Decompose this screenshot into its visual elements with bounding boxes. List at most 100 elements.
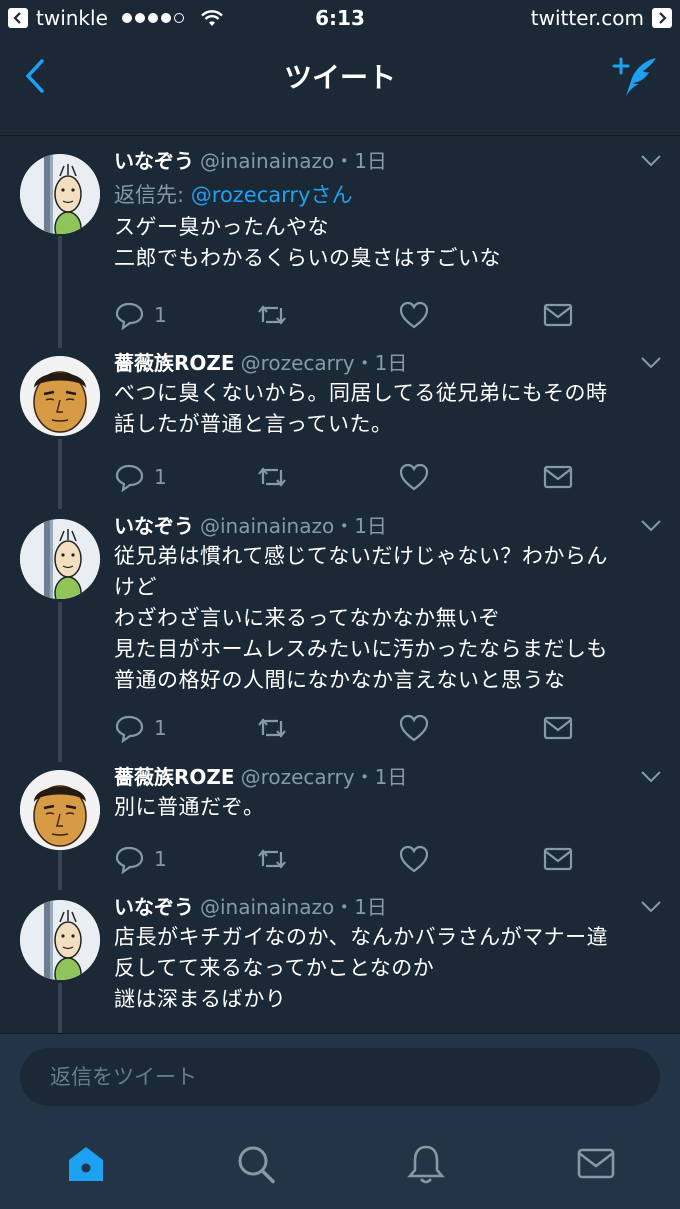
reply-input[interactable]: 返信をツイート	[20, 1048, 660, 1106]
tweet-header: いなぞう @inainainazo・1日	[114, 892, 664, 922]
heart-icon	[399, 463, 429, 491]
tweet[interactable]: いなぞう @inainainazo・1日 従兄弟は慣れて感じてないだけじゃない？わ…	[0, 511, 680, 761]
envelope-icon	[543, 303, 573, 327]
retweet-icon	[258, 305, 286, 325]
timestamp: ・1日	[334, 895, 387, 919]
tweet-text: べつに臭くないから。同居してる従兄弟にもその時 話したが普通と言っていた。	[114, 381, 608, 436]
tab-messages[interactable]	[576, 1143, 616, 1185]
status-bar: twinkle 6:13 twitter.com	[0, 0, 680, 38]
tweet-body: いなぞう @inainainazo・1日 従兄弟は慣れて感じてないだけじゃない？わ…	[114, 511, 664, 696]
avatar[interactable]	[20, 770, 100, 850]
reply-icon	[115, 715, 144, 743]
display-name[interactable]: いなぞう	[114, 514, 194, 538]
search-icon	[238, 1146, 275, 1184]
chevron-down-icon[interactable]	[640, 900, 662, 914]
reply-count: 1	[154, 465, 167, 489]
username[interactable]: @rozecarry	[241, 765, 355, 789]
forward-icon	[652, 8, 672, 28]
like-button[interactable]	[398, 842, 430, 876]
tweet-body: 薔薇族ROZE @rozecarry・1日 別に普通だぞ。	[114, 762, 664, 823]
envelope-icon	[543, 716, 573, 740]
reply-button[interactable]: 1	[114, 460, 167, 494]
retweet-button[interactable]	[256, 298, 288, 332]
chevron-down-icon[interactable]	[640, 154, 662, 168]
chevron-down-icon[interactable]	[640, 356, 662, 370]
tab-search[interactable]	[236, 1143, 276, 1185]
retweet-icon	[258, 718, 286, 738]
username[interactable]: @inainainazo	[200, 514, 334, 538]
envelope-icon	[543, 465, 573, 489]
username[interactable]: @inainainazo	[200, 895, 334, 919]
tab-bar	[0, 1123, 680, 1209]
tab-notifications[interactable]	[406, 1143, 446, 1185]
tweet-text: スゲー臭かったんやな 二郎でもわかるくらいの臭さはすごいな	[114, 215, 501, 270]
tweet-actions: 1	[114, 298, 584, 332]
reply-icon	[115, 846, 144, 874]
share-via-dm-button[interactable]	[542, 711, 574, 745]
tweet-body: いなぞう @inainainazo・1日 返信先: @rozecarryさん スゲ…	[114, 146, 664, 274]
chevron-down-icon[interactable]	[640, 519, 662, 533]
like-button[interactable]	[398, 298, 430, 332]
retweet-icon	[258, 849, 286, 869]
avatar[interactable]	[20, 154, 100, 234]
heart-icon	[399, 845, 429, 873]
share-via-dm-button[interactable]	[542, 460, 574, 494]
reply-to: 返信先: @rozecarryさん	[114, 178, 664, 212]
reply-to-mention[interactable]: @rozecarryさん	[191, 183, 353, 207]
tweet-header: 薔薇族ROZE @rozecarry・1日	[114, 762, 664, 792]
tweet-text: 別に普通だぞ。	[114, 795, 265, 819]
timestamp: ・1日	[334, 149, 387, 173]
tweet-body: いなぞう @inainainazo・1日 店長がキチガイなのか、なんかバラさんがマ…	[114, 892, 664, 1015]
reply-icon	[115, 302, 144, 330]
tab-home[interactable]	[66, 1143, 106, 1185]
tweet[interactable]: いなぞう @inainainazo・1日 店長がキチガイなのか、なんかバラさんがマ…	[0, 892, 680, 1033]
tweet-header: いなぞう @inainainazo・1日	[114, 511, 664, 541]
reply-composer-area: 返信をツイート	[0, 1033, 680, 1123]
reply-count: 1	[154, 847, 167, 871]
timestamp: ・1日	[354, 351, 408, 375]
display-name[interactable]: いなぞう	[114, 149, 194, 173]
retweet-button[interactable]	[256, 460, 288, 494]
reply-button[interactable]: 1	[114, 711, 167, 745]
reply-button[interactable]: 1	[114, 842, 167, 876]
nav-bar: ツイート	[0, 38, 680, 116]
heart-icon	[399, 301, 429, 329]
conversation-thread: いなぞう @inainainazo・1日 返信先: @rozecarryさん スゲ…	[0, 136, 680, 1033]
timeline-gap	[0, 116, 680, 136]
avatar[interactable]	[20, 356, 100, 436]
share-via-dm-button[interactable]	[542, 842, 574, 876]
tweet-header: 薔薇族ROZE @rozecarry・1日	[114, 348, 664, 378]
url-indicator[interactable]: twitter.com	[531, 6, 672, 30]
username[interactable]: @rozecarry	[241, 351, 355, 375]
display-name[interactable]: 薔薇族ROZE	[114, 351, 235, 375]
avatar[interactable]	[20, 519, 100, 599]
avatar[interactable]	[20, 900, 100, 980]
compose-tweet-icon[interactable]	[612, 54, 660, 100]
tweet-body: 薔薇族ROZE @rozecarry・1日 べつに臭くないから。同居してる従兄弟に…	[114, 348, 664, 440]
timestamp: ・1日	[354, 765, 408, 789]
timestamp: ・1日	[334, 514, 387, 538]
tweet-actions: 1	[114, 711, 584, 745]
reply-count: 1	[154, 716, 167, 740]
page-title: ツイート	[283, 61, 396, 94]
tweet[interactable]: いなぞう @inainainazo・1日 返信先: @rozecarryさん スゲ…	[0, 146, 680, 346]
chevron-down-icon[interactable]	[640, 770, 662, 784]
reply-icon	[115, 464, 144, 492]
heart-icon	[399, 714, 429, 742]
like-button[interactable]	[398, 711, 430, 745]
display-name[interactable]: 薔薇族ROZE	[114, 765, 235, 789]
reply-button[interactable]: 1	[114, 298, 167, 332]
tweet[interactable]: 薔薇族ROZE @rozecarry・1日 べつに臭くないから。同居してる従兄弟に…	[0, 348, 680, 508]
envelope-icon	[577, 1148, 615, 1179]
display-name[interactable]: いなぞう	[114, 895, 194, 919]
retweet-button[interactable]	[256, 711, 288, 745]
like-button[interactable]	[398, 460, 430, 494]
username[interactable]: @inainainazo	[200, 149, 334, 173]
tweet[interactable]: 薔薇族ROZE @rozecarry・1日 別に普通だぞ。 1	[0, 762, 680, 892]
share-via-dm-button[interactable]	[542, 298, 574, 332]
retweet-button[interactable]	[256, 842, 288, 876]
bell-icon	[407, 1145, 445, 1184]
home-icon	[69, 1147, 103, 1181]
tweet-header: いなぞう @inainainazo・1日	[114, 146, 664, 176]
url-label: twitter.com	[530, 6, 644, 30]
